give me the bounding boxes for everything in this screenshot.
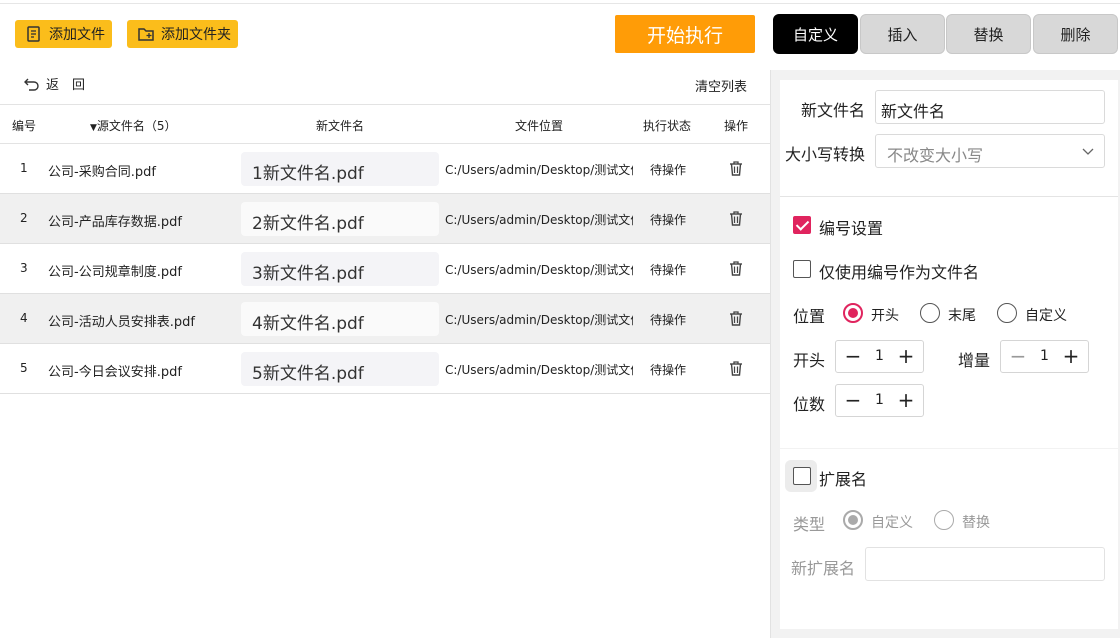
type-custom-radio[interactable]	[843, 510, 863, 530]
delete-icon[interactable]	[728, 310, 744, 327]
header-actions: 操作	[724, 119, 749, 133]
row-source-name: 公司-采购合同.pdf	[48, 165, 156, 180]
delete-icon[interactable]	[728, 210, 744, 227]
add-file-button[interactable]: 添加文件	[15, 20, 112, 48]
header-location: 文件位置	[515, 119, 564, 133]
position-start-label: 开头	[871, 308, 899, 324]
row-number: 3	[20, 261, 28, 275]
row-new-name-input[interactable]: 4新文件名.pdf	[241, 302, 439, 336]
new-name-label: 新文件名	[801, 101, 866, 120]
row-status: 待操作	[650, 163, 687, 177]
row-status: 待操作	[650, 213, 687, 227]
new-ext-input[interactable]	[865, 547, 1105, 581]
header-source[interactable]: ▼源文件名（5）	[90, 117, 177, 134]
new-name-input[interactable]: 新文件名	[875, 90, 1105, 124]
row-number: 5	[20, 361, 28, 375]
row-status: 待操作	[650, 313, 687, 327]
case-label: 大小写转换	[785, 145, 866, 164]
position-end-radio[interactable]	[920, 303, 940, 323]
row-new-name-input[interactable]: 1新文件名.pdf	[241, 152, 439, 186]
row-source-name: 公司-活动人员安排表.pdf	[48, 315, 195, 330]
table-header: 编号 ▼源文件名（5） 新文件名 文件位置 执行状态 操作	[0, 104, 770, 144]
increment-label: 增量	[958, 351, 991, 370]
type-label: 类型	[793, 515, 826, 534]
row-new-name-input[interactable]: 3新文件名.pdf	[241, 252, 439, 286]
row-location: C:/Users/admin/Desktop/测试文件	[445, 313, 633, 327]
app-window: 添加文件 添加文件夹 开始执行 自定义 插入 替换 删除 返 回 清空列表 编号…	[0, 0, 1120, 638]
add-file-label: 添加文件	[49, 27, 105, 43]
only-number-label: 仅使用编号作为文件名	[819, 263, 980, 282]
table-row[interactable]: 3 公司-公司规章制度.pdf 3新文件名.pdf C:/Users/admin/De…	[0, 244, 770, 294]
add-folder-label: 添加文件夹	[161, 27, 231, 43]
table-row[interactable]: 5 公司-今日会议安排.pdf 5新文件名.pdf C:/Users/admin/De…	[0, 344, 770, 394]
row-location: C:/Users/admin/Desktop/测试文件	[445, 263, 633, 277]
position-label: 位置	[793, 307, 826, 326]
top-divider	[0, 3, 1120, 4]
header-no: 编号	[12, 119, 37, 133]
extension-checkbox[interactable]	[793, 467, 811, 485]
delete-icon[interactable]	[728, 360, 744, 377]
divider	[780, 196, 1118, 197]
type-replace-radio[interactable]	[934, 510, 954, 530]
tab-replace[interactable]: 替换	[946, 14, 1031, 54]
header-status: 执行状态	[643, 119, 692, 133]
only-number-checkbox[interactable]	[793, 260, 811, 278]
plus-icon[interactable]: +	[894, 344, 918, 368]
back-button[interactable]: 返 回	[24, 74, 85, 93]
row-location: C:/Users/admin/Desktop/测试文件	[445, 213, 633, 227]
row-status: 待操作	[650, 363, 687, 377]
extension-label: 扩展名	[819, 470, 868, 489]
plus-icon[interactable]: +	[1059, 344, 1083, 368]
row-source-name: 公司-今日会议安排.pdf	[48, 365, 182, 380]
increment-stepper[interactable]: − 1 +	[1000, 340, 1089, 373]
row-location: C:/Users/admin/Desktop/测试文件	[445, 363, 633, 377]
row-status: 待操作	[650, 263, 687, 277]
row-number: 2	[20, 211, 28, 225]
chevron-down-icon	[1082, 148, 1094, 155]
digits-label: 位数	[793, 395, 826, 414]
start-stepper[interactable]: − 1 +	[835, 340, 924, 373]
back-arrow-icon	[24, 78, 39, 91]
position-end-label: 末尾	[948, 308, 976, 324]
header-new-name: 新文件名	[316, 119, 365, 133]
plus-icon[interactable]: +	[894, 388, 918, 412]
digits-stepper[interactable]: − 1 +	[835, 384, 924, 417]
row-location: C:/Users/admin/Desktop/测试文件	[445, 163, 633, 177]
position-start-radio[interactable]	[843, 303, 863, 323]
tab-custom[interactable]: 自定义	[773, 14, 858, 54]
start-button[interactable]: 开始执行	[615, 15, 755, 53]
case-select-value: 不改变大小写	[887, 146, 984, 165]
numbering-label: 编号设置	[819, 219, 884, 238]
position-custom-label: 自定义	[1025, 308, 1067, 324]
row-source-name: 公司-公司规章制度.pdf	[48, 265, 182, 280]
sort-down-icon: ▼	[90, 123, 97, 133]
table-row[interactable]: 2 公司-产品库存数据.pdf 2新文件名.pdf C:/Users/admin/De…	[0, 194, 770, 244]
start-label: 开头	[793, 351, 826, 370]
type-replace-label: 替换	[962, 515, 990, 531]
row-number: 1	[20, 161, 28, 175]
position-custom-radio[interactable]	[997, 303, 1017, 323]
type-custom-label: 自定义	[871, 515, 913, 531]
new-ext-label: 新扩展名	[791, 559, 856, 578]
numbering-checkbox[interactable]	[793, 216, 811, 234]
row-new-name-input[interactable]: 5新文件名.pdf	[241, 352, 439, 386]
delete-icon[interactable]	[728, 260, 744, 277]
table-row[interactable]: 4 公司-活动人员安排表.pdf 4新文件名.pdf C:/Users/admin/D…	[0, 294, 770, 344]
tab-delete[interactable]: 删除	[1033, 14, 1118, 54]
table-row[interactable]: 1 公司-采购合同.pdf 1新文件名.pdf C:/Users/admin/Desk…	[0, 144, 770, 194]
tab-insert[interactable]: 插入	[860, 14, 945, 54]
add-folder-icon	[138, 28, 154, 41]
add-folder-button[interactable]: 添加文件夹	[127, 20, 238, 48]
back-label: 返 回	[46, 78, 86, 93]
row-number: 4	[20, 311, 28, 325]
add-file-icon	[27, 26, 40, 42]
delete-icon[interactable]	[728, 160, 744, 177]
clear-list-button[interactable]: 清空列表	[695, 76, 747, 95]
row-source-name: 公司-产品库存数据.pdf	[48, 215, 182, 230]
row-new-name-input[interactable]: 2新文件名.pdf	[241, 202, 439, 236]
case-select[interactable]: 不改变大小写	[875, 134, 1105, 168]
